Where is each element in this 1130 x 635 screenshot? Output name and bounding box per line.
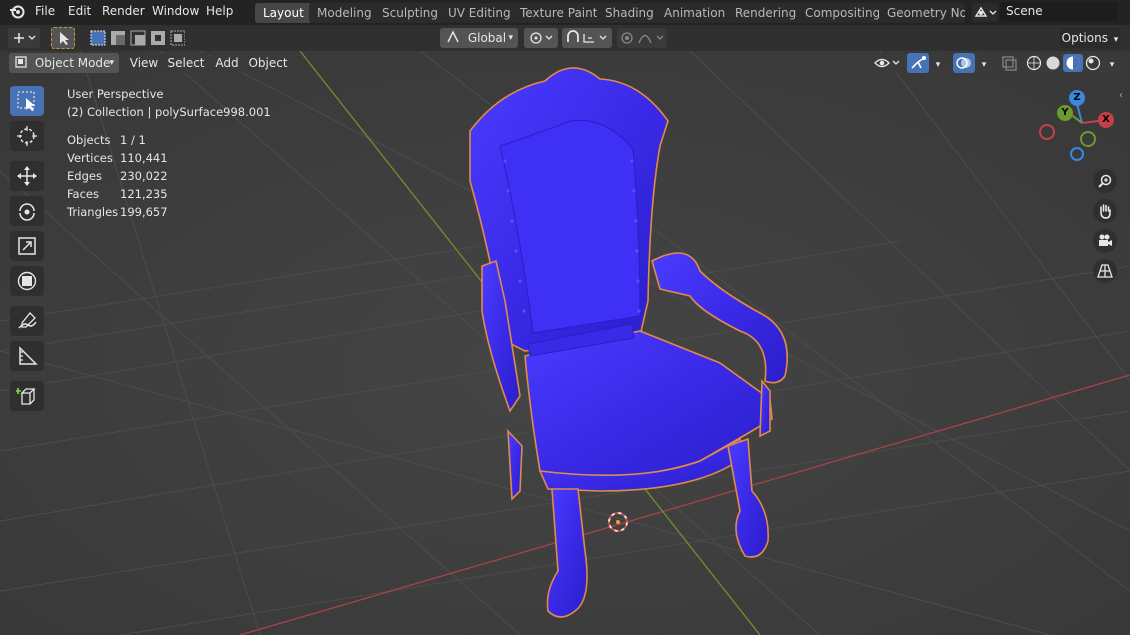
gizmo-x-axis[interactable]: X — [1098, 112, 1114, 128]
add-cube-icon[interactable] — [10, 381, 44, 411]
measure-icon[interactable] — [10, 341, 44, 371]
stat-row: Vertices 110,441 — [67, 149, 271, 167]
pan-hand-icon[interactable] — [1093, 199, 1117, 223]
stat-row: Triangles 199,657 — [67, 203, 271, 221]
orientation-label: Global — [467, 31, 507, 45]
stat-label: Edges — [67, 169, 102, 183]
tab-layout[interactable]: Layout — [255, 3, 312, 23]
gizmo-dropdown-chevron-icon[interactable]: ▾ — [930, 53, 946, 73]
stat-value: 110,441 — [120, 151, 168, 165]
stat-label: Faces — [67, 187, 99, 201]
chevron-down-icon: ▾ — [1113, 35, 1119, 45]
menu-add[interactable]: Add — [211, 53, 243, 73]
rendered-shading-icon — [1085, 55, 1101, 71]
gizmo-y-axis[interactable]: Y — [1057, 105, 1073, 121]
perspective-grid-icon[interactable] — [1093, 259, 1117, 283]
rotate-icon[interactable] — [10, 196, 44, 226]
tab-animation[interactable]: Animation — [656, 3, 734, 23]
material-shading-icon — [1063, 54, 1083, 72]
visibility-dropdown[interactable] — [872, 53, 904, 73]
pivot-point-dropdown[interactable] — [524, 28, 558, 48]
gizmo-z-axis[interactable]: Z — [1069, 90, 1085, 106]
tab-texture-paint[interactable]: Texture Paint — [512, 3, 606, 23]
top-bar: File Edit Render Window Help Layout Mode… — [0, 0, 1130, 25]
xray-toggle-icon[interactable] — [998, 53, 1020, 73]
blender-logo-icon[interactable] — [9, 4, 25, 20]
shading-mode-group — [1024, 53, 1106, 73]
stat-row: Edges 230,022 — [67, 167, 271, 185]
scene-name-field[interactable]: Scene — [1000, 2, 1118, 21]
snapping-toggle[interactable] — [562, 28, 612, 48]
stat-value: 199,657 — [120, 205, 168, 219]
object-mode-dropdown[interactable]: Object Mode ▾ — [9, 53, 119, 73]
wireframe-shading-icon — [1026, 55, 1042, 71]
stat-label: Triangles — [67, 205, 119, 219]
sidebar-toggle-chevron-icon[interactable]: ‹ — [1119, 90, 1123, 101]
gizmo-neg-z-axis[interactable] — [1070, 147, 1084, 161]
selection-mode-set-icon[interactable] — [89, 29, 186, 50]
gizmo-toggle-icon[interactable] — [907, 53, 929, 73]
options-dropdown[interactable]: Options ▾ — [1060, 28, 1120, 48]
menu-select[interactable]: Select — [164, 53, 208, 73]
select-box-tool-icon[interactable] — [51, 27, 75, 49]
transform-orientation-dropdown[interactable]: Global ▾ — [440, 28, 518, 48]
stat-row: Faces 121,235 — [67, 185, 271, 203]
tab-uv-editing[interactable]: UV Editing — [440, 3, 519, 23]
chevron-down-icon: ▾ — [508, 33, 513, 43]
overlays-dropdown-chevron-icon[interactable]: ▾ — [976, 53, 992, 73]
menu-object[interactable]: Object — [246, 53, 290, 73]
gizmo-neg-x-axis[interactable] — [1039, 124, 1055, 140]
overlays-toggle-icon[interactable] — [953, 53, 975, 73]
tab-sculpting[interactable]: Sculpting — [374, 3, 447, 23]
cursor-icon[interactable] — [10, 121, 44, 151]
scale-icon[interactable] — [10, 231, 44, 261]
zoom-icon[interactable] — [1093, 169, 1117, 193]
tool-settings-bar: Global ▾ Options ▾ — [0, 25, 1130, 51]
stat-row: Objects 1 / 1 — [67, 131, 271, 149]
tab-shading[interactable]: Shading — [597, 3, 662, 23]
move-icon[interactable] — [10, 161, 44, 191]
viewport-header: Object Mode ▾ View Select Add Object ▾ ▾… — [0, 51, 1130, 75]
menu-window[interactable]: Window — [152, 4, 199, 18]
camera-icon[interactable] — [1093, 229, 1117, 253]
menu-file[interactable]: File — [35, 4, 55, 18]
solid-shading-icon — [1046, 56, 1060, 70]
menu-help[interactable]: Help — [206, 4, 233, 18]
menu-edit[interactable]: Edit — [68, 4, 91, 18]
orientation-icon — [447, 30, 459, 43]
menu-view[interactable]: View — [127, 53, 161, 73]
view-name: User Perspective — [67, 87, 164, 101]
editor-type-button[interactable] — [8, 28, 40, 48]
menu-render[interactable]: Render — [102, 4, 145, 18]
shading-dropdown-chevron-icon[interactable]: ▾ — [1104, 53, 1120, 73]
select-box-icon[interactable] — [10, 86, 44, 116]
stat-value: 1 / 1 — [120, 133, 146, 147]
viewport-info-overlay: User Perspective (2) Collection | polySu… — [67, 85, 271, 221]
collection-info: (2) Collection | polySurface998.001 — [67, 105, 271, 119]
stat-label: Vertices — [67, 151, 113, 165]
tab-rendering[interactable]: Rendering — [727, 3, 805, 23]
tab-geometry-nodes[interactable]: Geometry Nod — [879, 3, 965, 23]
navigation-gizmo[interactable]: Z X Y — [1036, 88, 1120, 166]
tab-compositing[interactable]: Compositing — [797, 3, 889, 23]
transform-icon[interactable] — [10, 266, 44, 296]
stat-value: 230,022 — [120, 169, 168, 183]
object-mode-icon — [15, 56, 27, 68]
scene-selector-icon[interactable] — [972, 3, 998, 22]
stat-value: 121,235 — [120, 187, 168, 201]
tab-modeling[interactable]: Modeling — [309, 3, 380, 23]
proportional-editing-toggle[interactable] — [617, 28, 667, 48]
stat-label: Objects — [67, 133, 111, 147]
annotate-icon[interactable] — [10, 306, 44, 336]
gizmo-neg-y-axis[interactable] — [1080, 131, 1096, 147]
options-label: Options — [1061, 31, 1108, 45]
chevron-down-icon: ▾ — [109, 58, 114, 68]
object-mode-label: Object Mode — [34, 56, 111, 70]
